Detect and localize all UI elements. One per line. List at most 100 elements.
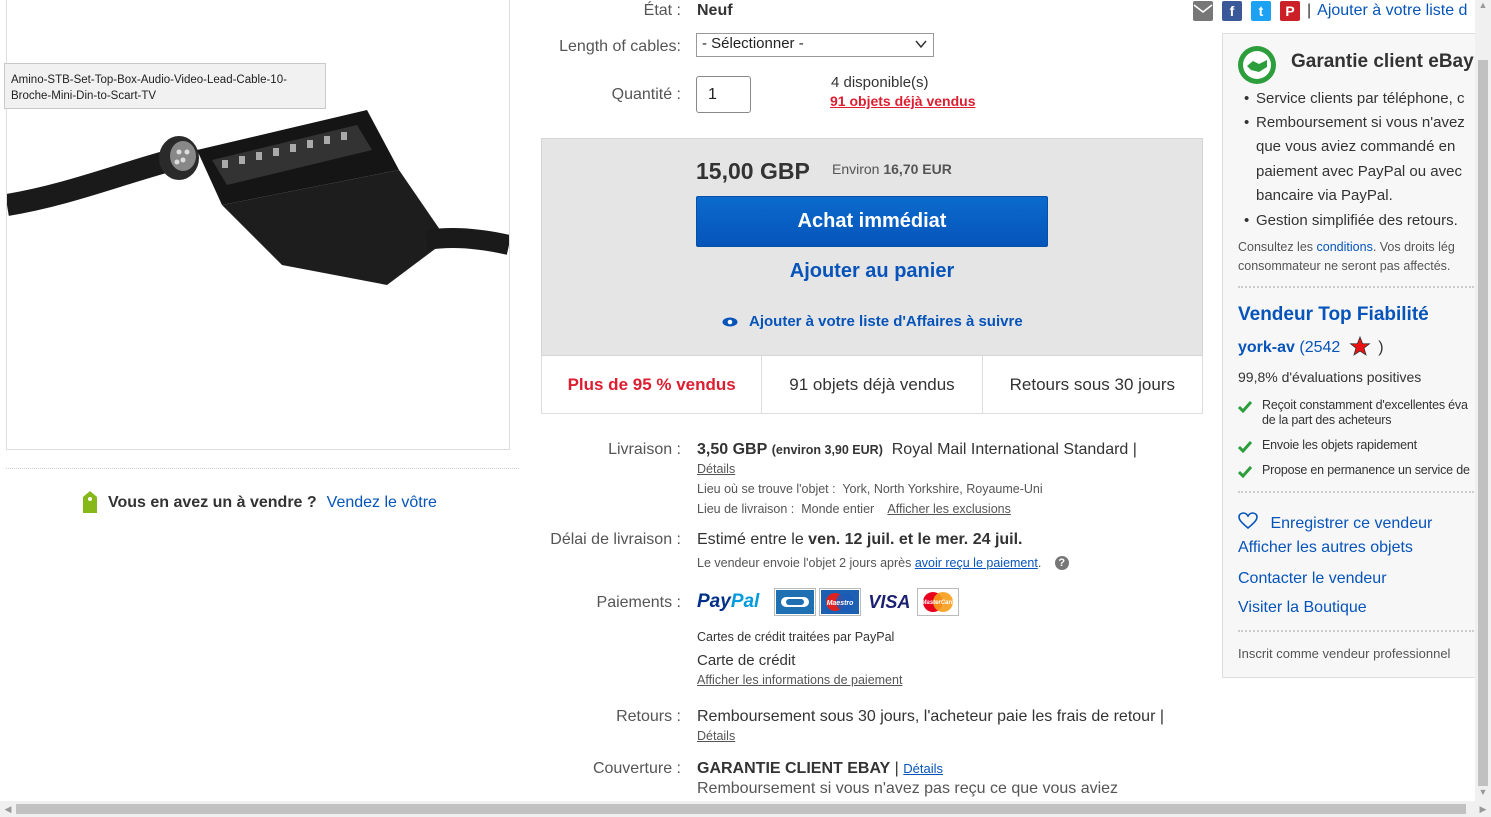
vertical-scrollbar[interactable]: ▲ ▼	[1475, 0, 1491, 801]
dispatch-note-end: .	[1037, 556, 1042, 570]
item-location-label: Lieu où se trouve l'objet :	[697, 482, 836, 496]
coverage-details-link[interactable]: Détails	[903, 761, 943, 776]
email-share-icon[interactable]	[1193, 1, 1213, 21]
visit-store-link[interactable]: Visiter la Boutique	[1238, 599, 1367, 617]
divider	[1238, 630, 1474, 632]
seller-panel: Garantie client eBay Service clients par…	[1222, 33, 1475, 678]
horizontal-scroll-thumb[interactable]	[16, 804, 1466, 814]
approx-prefix: Environ	[832, 161, 880, 177]
scroll-up-arrow-icon[interactable]: ▲	[1475, 0, 1491, 14]
guarantee-bullet: Remboursement si vous n'avez	[1244, 114, 1465, 131]
buy-now-button[interactable]: Achat immédiat	[696, 196, 1048, 247]
ship-to-value: Monde entier	[801, 502, 875, 516]
returns-label: Retours :	[616, 708, 681, 725]
shipping-cost: 3,50 GBP (environ 3,90 EUR) Royal Mail I…	[697, 441, 1137, 459]
payments-label: Paiements :	[596, 594, 681, 611]
image-tooltip: Amino-STB-Set-Top-Box-Audio-Video-Lead-C…	[4, 63, 326, 109]
svg-text:MasterCard: MasterCard	[922, 600, 955, 606]
cable-length-select[interactable]: - Sélectionner -	[696, 33, 934, 57]
seller-check: Envoie les objets rapidement	[1262, 438, 1417, 452]
maestro-card-icon: Maestro	[819, 588, 862, 616]
quantity-label: Quantité :	[611, 86, 681, 103]
delivery-prefix: Estimé entre le	[697, 531, 804, 548]
scroll-right-arrow-icon[interactable]: ▶	[1475, 801, 1491, 817]
divider	[6, 468, 519, 469]
exclusions-link[interactable]: Afficher les exclusions	[887, 502, 1010, 516]
shipping-service: Royal Mail International Standard |	[891, 441, 1137, 458]
watchlist-top-link[interactable]: | Ajouter à votre liste d	[1307, 2, 1467, 20]
item-location: Lieu où se trouve l'objet : York, North …	[697, 482, 1043, 496]
delivery-dates: ven. 12 juil. et le mer. 24 juil.	[808, 531, 1023, 548]
red-star-icon	[1349, 335, 1371, 356]
coverage-title: GARANTIE CLIENT EBAY	[697, 760, 891, 777]
eye-icon	[722, 317, 738, 326]
stat-sold-percent: Plus de 95 % vendus	[567, 375, 736, 394]
twitter-icon[interactable]: t	[1251, 1, 1271, 21]
pinterest-icon[interactable]: P	[1280, 1, 1300, 21]
other-items-link[interactable]: Afficher les autres objets	[1238, 539, 1413, 557]
facebook-icon[interactable]: f	[1222, 1, 1242, 21]
item-price: 15,00 GBP	[696, 158, 810, 184]
returns-details-link[interactable]: Détails	[697, 729, 735, 743]
guarantee-terms: Consultez les conditions. Vos droits lég	[1238, 240, 1455, 254]
ship-to-label: Lieu de livraison :	[697, 502, 795, 516]
terms-suffix: . Vos droits lég	[1372, 240, 1455, 254]
terms-link[interactable]: conditions	[1317, 240, 1373, 254]
credit-card-text: Carte de crédit	[697, 652, 796, 669]
select-value: - Sélectionner -	[702, 35, 804, 52]
contact-seller-link[interactable]: Contacter le vendeur	[1238, 570, 1387, 588]
condition-label: État :	[643, 2, 681, 19]
item-location-value: York, North Yorkshire, Royaume-Uni	[842, 482, 1043, 496]
dispatch-note: Le vendeur envoie l'objet 2 jours après …	[697, 556, 1069, 570]
guarantee-bullet: Service clients par téléphone, c	[1244, 90, 1464, 107]
payment-received-link[interactable]: avoir reçu le paiement	[915, 556, 1038, 570]
shipping-details-link[interactable]: Détails	[697, 462, 735, 476]
shipping-label: Livraison :	[608, 441, 681, 458]
save-seller-link[interactable]: Enregistrer ce vendeur	[1270, 515, 1432, 532]
scroll-left-arrow-icon[interactable]: ◀	[0, 801, 16, 817]
save-seller-row[interactable]: Enregistrer ce vendeur	[1238, 512, 1432, 533]
mastercard-icon: MasterCard	[917, 588, 960, 616]
handshake-icon	[1238, 46, 1276, 84]
help-icon[interactable]: ?	[1054, 556, 1069, 570]
delivery-estimate: Estimé entre le ven. 12 juil. et le mer.…	[697, 531, 1023, 549]
svg-text:Maestro: Maestro	[827, 600, 855, 607]
feedback-score-link[interactable]: (2542	[1299, 339, 1340, 356]
seller-info: york-av (2542 )	[1238, 335, 1384, 357]
stat-sold-count: 91 objets déjà vendus	[761, 356, 981, 413]
available-count: 4 disponible(s)	[831, 74, 929, 91]
dispatch-note-text: Le vendeur envoie l'objet 2 jours après	[697, 556, 912, 570]
price-tag-icon	[83, 491, 97, 513]
add-to-cart-button[interactable]: Ajouter au panier	[696, 260, 1048, 283]
scroll-down-arrow-icon[interactable]: ▼	[1475, 787, 1491, 801]
pro-seller-note: Inscrit comme vendeur professionnel	[1238, 646, 1451, 661]
quantity-input[interactable]: 1	[696, 76, 751, 113]
payment-info-link[interactable]: Afficher les informations de paiement	[697, 673, 902, 687]
watchlist-top-label: Ajouter à votre liste d	[1317, 2, 1468, 19]
visa-card-icon: VISA	[865, 589, 914, 615]
heart-icon	[1238, 512, 1258, 530]
sell-yours-link[interactable]: Vendez le vôtre	[327, 494, 437, 512]
vertical-scroll-thumb[interactable]	[1478, 60, 1488, 786]
cables-label: Length of cables:	[559, 38, 681, 55]
feedback-score-close: )	[1378, 339, 1384, 356]
guarantee-bullet-cont: bancaire via PayPal.	[1256, 187, 1393, 204]
add-to-watchlist-link[interactable]: Ajouter à votre liste d'Affaires à suivr…	[722, 313, 1023, 330]
sell-prompt: Vous en avez un à vendre ? Vendez le vôt…	[82, 488, 437, 518]
seller-name-link[interactable]: york-av	[1238, 339, 1295, 356]
guarantee-bullet-cont: que vous aviez commandé en	[1256, 138, 1456, 155]
sell-question: Vous en avez un à vendre ?	[108, 494, 317, 511]
guarantee-bullet-cont: paiement avec PayPal ou avec	[1256, 163, 1462, 180]
horizontal-scrollbar[interactable]: ◀ ▶	[0, 801, 1491, 817]
cb-card-icon	[774, 588, 817, 616]
payment-logos: PayPal Maestro VISA MasterCard	[697, 588, 963, 616]
delivery-label: Délai de livraison :	[550, 531, 681, 548]
condition-value: Neuf	[697, 2, 733, 19]
credit-note: Cartes de crédit traitées par PayPal	[697, 630, 895, 644]
seller-check-cont: de la part des acheteurs	[1262, 413, 1392, 427]
terms-prefix: Consultez les	[1238, 240, 1314, 254]
coverage-text: Remboursement si vous n'avez pas reçu ce…	[697, 780, 1119, 797]
guarantee-title: Garantie client eBay	[1291, 51, 1474, 72]
sold-count-link[interactable]: 91 objets déjà vendus	[830, 93, 976, 109]
chevron-down-icon	[915, 40, 927, 49]
